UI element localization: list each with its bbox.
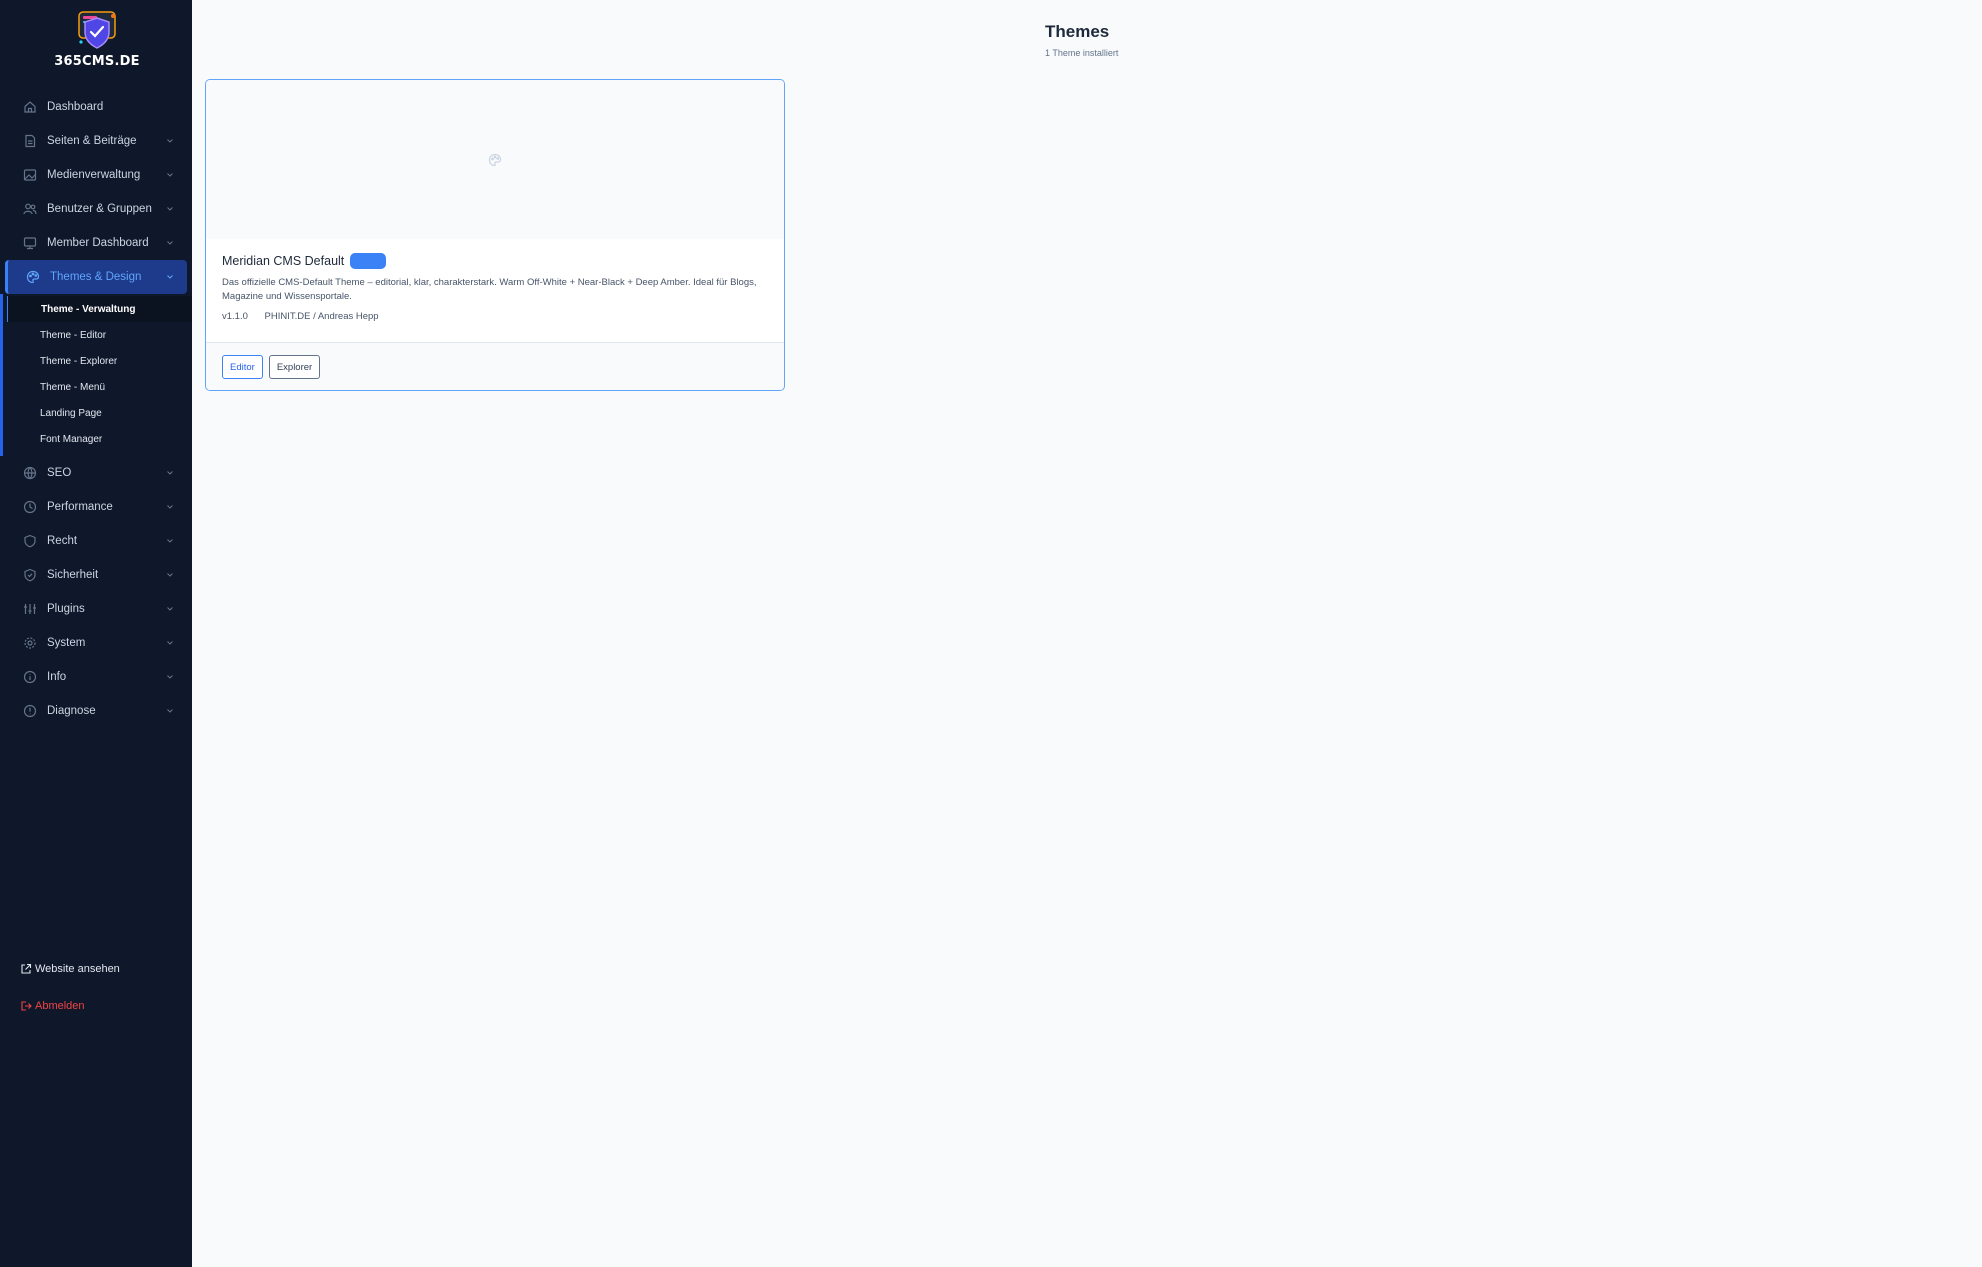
chevron-down-icon <box>167 275 173 279</box>
chevron-down-icon <box>167 709 173 713</box>
theme-card: Meridian CMS Default Aktiv Das offiziell… <box>205 79 785 391</box>
chevron-down-icon <box>167 607 173 611</box>
theme-meta: v1.1.0 PHINIT.DE / Andreas Hepp <box>222 311 768 322</box>
explorer-button[interactable]: Explorer <box>268 355 321 379</box>
sidebar-item-plugins[interactable]: Plugins <box>0 592 192 626</box>
abmelden-link[interactable]: Abmelden <box>20 1000 85 1012</box>
theme-description: Das offizielle CMS-Default Theme – edito… <box>222 277 757 302</box>
sidebar-item-recht[interactable]: Recht <box>0 524 192 558</box>
chevron-down-icon <box>167 641 173 645</box>
subitem-font-manager[interactable]: Font Manager <box>3 426 192 452</box>
sidebar-item-label: SEO <box>47 467 72 479</box>
sidebar-item-seiten-beitraege[interactable]: Seiten & Beiträge <box>0 124 192 158</box>
globe-icon <box>23 466 37 480</box>
sidebar: 365CMS.DE Dashboard Seiten & Beiträge Me… <box>0 0 192 1267</box>
sidebar-item-label: Dashboard <box>47 101 104 113</box>
subitem-theme-editor[interactable]: Theme - Editor <box>3 322 192 348</box>
chevron-down-icon <box>167 139 173 143</box>
gear-icon <box>23 636 37 650</box>
sidebar-item-benutzer-gruppen[interactable]: Benutzer & Gruppen <box>0 192 192 226</box>
brand-logo[interactable]: 365CMS.DE <box>52 8 142 70</box>
sidebar-item-seo[interactable]: SEO <box>0 456 192 490</box>
website-ansehen-link[interactable]: Website ansehen <box>20 963 120 975</box>
sidebar-item-diagnose[interactable]: Diagnose <box>0 694 192 728</box>
chevron-down-icon <box>167 505 173 509</box>
sidebar-item-label: Performance <box>47 501 113 513</box>
theme-title-row: Meridian CMS Default Aktiv <box>222 253 768 269</box>
sidebar-item-medienverwaltung[interactable]: Medienverwaltung <box>0 158 192 192</box>
palette-icon <box>488 153 502 166</box>
chevron-down-icon <box>167 241 173 245</box>
theme-version: v1.1.0 <box>222 311 248 322</box>
theme-card-body: Meridian CMS Default Aktiv Das offiziell… <box>206 239 784 322</box>
sidebar-item-sicherheit[interactable]: Sicherheit <box>0 558 192 592</box>
theme-preview <box>206 80 784 239</box>
chevron-down-icon <box>167 675 173 679</box>
plugin-icon <box>23 602 37 616</box>
status-badge: Aktiv <box>350 253 387 269</box>
subitem-landing-page[interactable]: Landing Page <box>3 400 192 426</box>
chevron-down-icon <box>167 573 173 577</box>
themes-design-submenu: Theme - Verwaltung Theme - Editor Theme … <box>0 294 192 456</box>
shield-icon <box>23 534 37 548</box>
shield-logo-icon <box>73 8 121 52</box>
sidebar-item-label: Member Dashboard <box>47 237 149 249</box>
sidebar-item-performance[interactable]: Performance <box>0 490 192 524</box>
subitem-theme-verwaltung[interactable]: Theme - Verwaltung <box>7 296 192 322</box>
logout-icon <box>21 1001 32 1011</box>
page-title: Themes <box>1045 22 1110 41</box>
sidebar-item-label: Diagnose <box>47 705 96 717</box>
chevron-down-icon <box>167 207 173 211</box>
sidebar-item-label: Seiten & Beiträge <box>47 135 137 147</box>
sidebar-item-label: Recht <box>47 535 78 547</box>
palette-icon <box>26 270 40 284</box>
theme-card-footer: Editor Explorer <box>206 342 784 390</box>
member-icon <box>23 236 37 250</box>
image-icon <box>23 168 37 182</box>
sidebar-item-label: Benutzer & Gruppen <box>47 203 152 215</box>
theme-author: PHINIT.DE / Andreas Hepp <box>264 311 379 322</box>
sidebar-item-label: Plugins <box>47 603 85 615</box>
shield-check-icon <box>23 568 37 582</box>
abmelden-label: Abmelden <box>35 1000 85 1012</box>
sidebar-item-member-dashboard[interactable]: Member Dashboard <box>0 226 192 260</box>
gauge-icon <box>23 500 37 514</box>
sidebar-item-label: Sicherheit <box>47 569 99 581</box>
subitem-theme-menue[interactable]: Theme - Menü <box>3 374 192 400</box>
theme-name: Meridian CMS Default <box>222 254 345 268</box>
sidebar-item-system[interactable]: System <box>0 626 192 660</box>
users-icon <box>23 202 37 216</box>
sidebar-item-themes-design[interactable]: Themes & Design <box>5 260 187 294</box>
sidebar-item-label: Info <box>47 671 67 683</box>
chevron-down-icon <box>167 539 173 543</box>
sidebar-item-dashboard[interactable]: Dashboard <box>0 90 192 124</box>
document-icon <box>23 134 37 148</box>
info-icon <box>23 670 37 684</box>
external-link-icon <box>21 963 32 974</box>
sidebar-item-label: System <box>47 637 86 649</box>
home-icon <box>23 100 37 114</box>
subitem-theme-explorer[interactable]: Theme - Explorer <box>3 348 192 374</box>
website-ansehen-label: Website ansehen <box>35 963 120 975</box>
diagnose-icon <box>23 704 37 718</box>
sidebar-item-label: Medienverwaltung <box>47 169 141 181</box>
page-header: Themes 1 Theme installiert <box>1045 22 1118 58</box>
sidebar-item-info[interactable]: Info <box>0 660 192 694</box>
brand-name: 365CMS.DE <box>54 54 140 69</box>
sidebar-nav: Dashboard Seiten & Beiträge Medienverwal… <box>0 90 192 728</box>
editor-button[interactable]: Editor <box>222 355 263 379</box>
chevron-down-icon <box>167 471 173 475</box>
sidebar-item-label: Themes & Design <box>50 271 142 283</box>
chevron-down-icon <box>167 173 173 177</box>
page-subtitle: 1 Theme installiert <box>1045 48 1119 58</box>
